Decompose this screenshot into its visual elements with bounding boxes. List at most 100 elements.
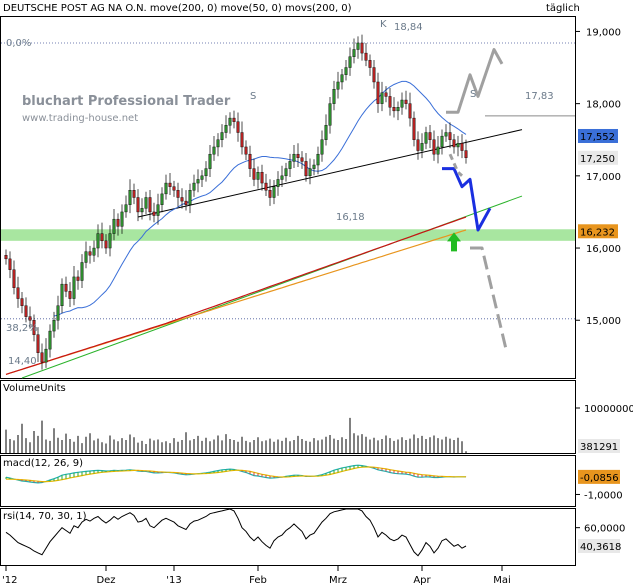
candle-body: [52, 320, 56, 332]
stock-chart: DEUTSCHE POST AG NA O.N. move(200, 0) mo…: [0, 0, 633, 588]
candle-body: [268, 190, 272, 198]
candle-body: [392, 107, 396, 112]
macd-last-label: -0,0856: [580, 473, 619, 484]
candle-body: [20, 298, 24, 306]
candle-body: [284, 168, 288, 177]
candle-body: [416, 139, 420, 151]
candle-body: [96, 233, 100, 249]
candle-body: [356, 42, 360, 50]
x-tick-label: Apr: [413, 575, 431, 586]
candle-body: [276, 179, 280, 187]
candle-body: [4, 255, 8, 260]
candle-body: [248, 153, 252, 169]
candle-body: [204, 168, 208, 177]
candle-body: [72, 276, 76, 299]
candle-body: [164, 182, 168, 195]
candle-body: [384, 92, 388, 97]
candle-body: [100, 233, 104, 242]
candle-body: [112, 218, 116, 234]
support-value-label: 16,18: [336, 212, 365, 223]
candle-body: [292, 153, 296, 162]
candle-body: [224, 125, 228, 133]
candle-body: [128, 190, 132, 205]
rsi-panel-title: rsi(14, 70, 30, 1): [3, 511, 87, 522]
candle-body: [400, 99, 404, 108]
candle-body: [116, 218, 120, 227]
candle-body: [8, 258, 12, 270]
candle-body: [372, 67, 376, 83]
candle-body: [228, 117, 232, 126]
candle-body: [68, 291, 72, 299]
low-value-label: 14,40: [8, 356, 37, 367]
x-tick-label: '13: [166, 575, 181, 586]
candle-body: [220, 132, 224, 140]
candle-body: [92, 247, 96, 256]
volume-last-label: 381291: [580, 442, 618, 453]
candle-body: [440, 135, 444, 148]
volume-panel-title: VolumeUnits: [3, 383, 66, 394]
candle-body: [452, 139, 456, 148]
candle-body: [212, 146, 216, 155]
candle-body: [132, 190, 136, 198]
candle-body: [332, 88, 336, 104]
candle-body: [328, 103, 332, 126]
chart-background: [0, 0, 633, 588]
candle-body: [464, 150, 468, 158]
candle-body: [376, 81, 380, 104]
candle-body: [200, 175, 204, 180]
candle-body: [316, 153, 320, 166]
candle-body: [184, 200, 188, 205]
macd-tick-label: -1,0000: [584, 490, 623, 501]
candle-body: [344, 67, 348, 75]
candle-body: [36, 334, 40, 353]
candle-body: [304, 161, 308, 177]
period-label: täglich: [546, 3, 580, 14]
candle-body: [352, 49, 356, 57]
candle-body: [252, 168, 256, 180]
last-value-label: 16,232: [580, 227, 615, 238]
candle-body: [192, 182, 196, 191]
candle-body: [256, 172, 260, 180]
x-tick-label: Mai: [493, 575, 511, 586]
candle-body: [408, 103, 412, 119]
candle-body: [240, 132, 244, 148]
candle-body: [424, 132, 428, 144]
wave-label-k: K: [380, 19, 387, 30]
candle-body: [148, 197, 152, 213]
candle-body: [280, 175, 284, 180]
watermark-title: bluchart Professional Trader: [22, 94, 231, 109]
candle-body: [436, 146, 440, 155]
candle-body: [404, 99, 408, 104]
price-tick-label: 17,000: [586, 172, 621, 183]
candle-body: [16, 287, 20, 299]
candle-body: [420, 143, 424, 151]
candle-body: [76, 276, 80, 281]
candle-body: [396, 107, 400, 112]
candle-body: [460, 143, 464, 151]
candle-body: [108, 233, 112, 249]
price-tick-label: 15,000: [586, 316, 621, 327]
candle-body: [60, 283, 64, 307]
candle-body: [160, 193, 164, 205]
x-tick-label: Feb: [249, 575, 267, 586]
candle-body: [368, 60, 372, 68]
candle-body: [176, 190, 180, 198]
candle-body: [340, 74, 344, 83]
rsi-last-label: 40,3618: [580, 542, 621, 553]
candle-body: [324, 125, 328, 140]
macd-panel-title: macd(12, 26, 9): [3, 458, 83, 469]
watermark-url: www.trading-house.net: [22, 113, 138, 124]
candle-body: [336, 81, 340, 90]
candle-body: [156, 204, 160, 216]
candle-body: [24, 305, 28, 317]
candle-body: [140, 208, 144, 213]
rsi-tick-label: 60,0000: [584, 524, 625, 535]
candle-body: [84, 251, 88, 263]
candle-body: [432, 139, 436, 155]
candle-body: [124, 204, 128, 213]
candle-body: [104, 240, 108, 249]
support-band: [1, 229, 575, 241]
candle-body: [44, 348, 48, 363]
candle-body: [236, 121, 240, 133]
candle-body: [232, 117, 236, 122]
